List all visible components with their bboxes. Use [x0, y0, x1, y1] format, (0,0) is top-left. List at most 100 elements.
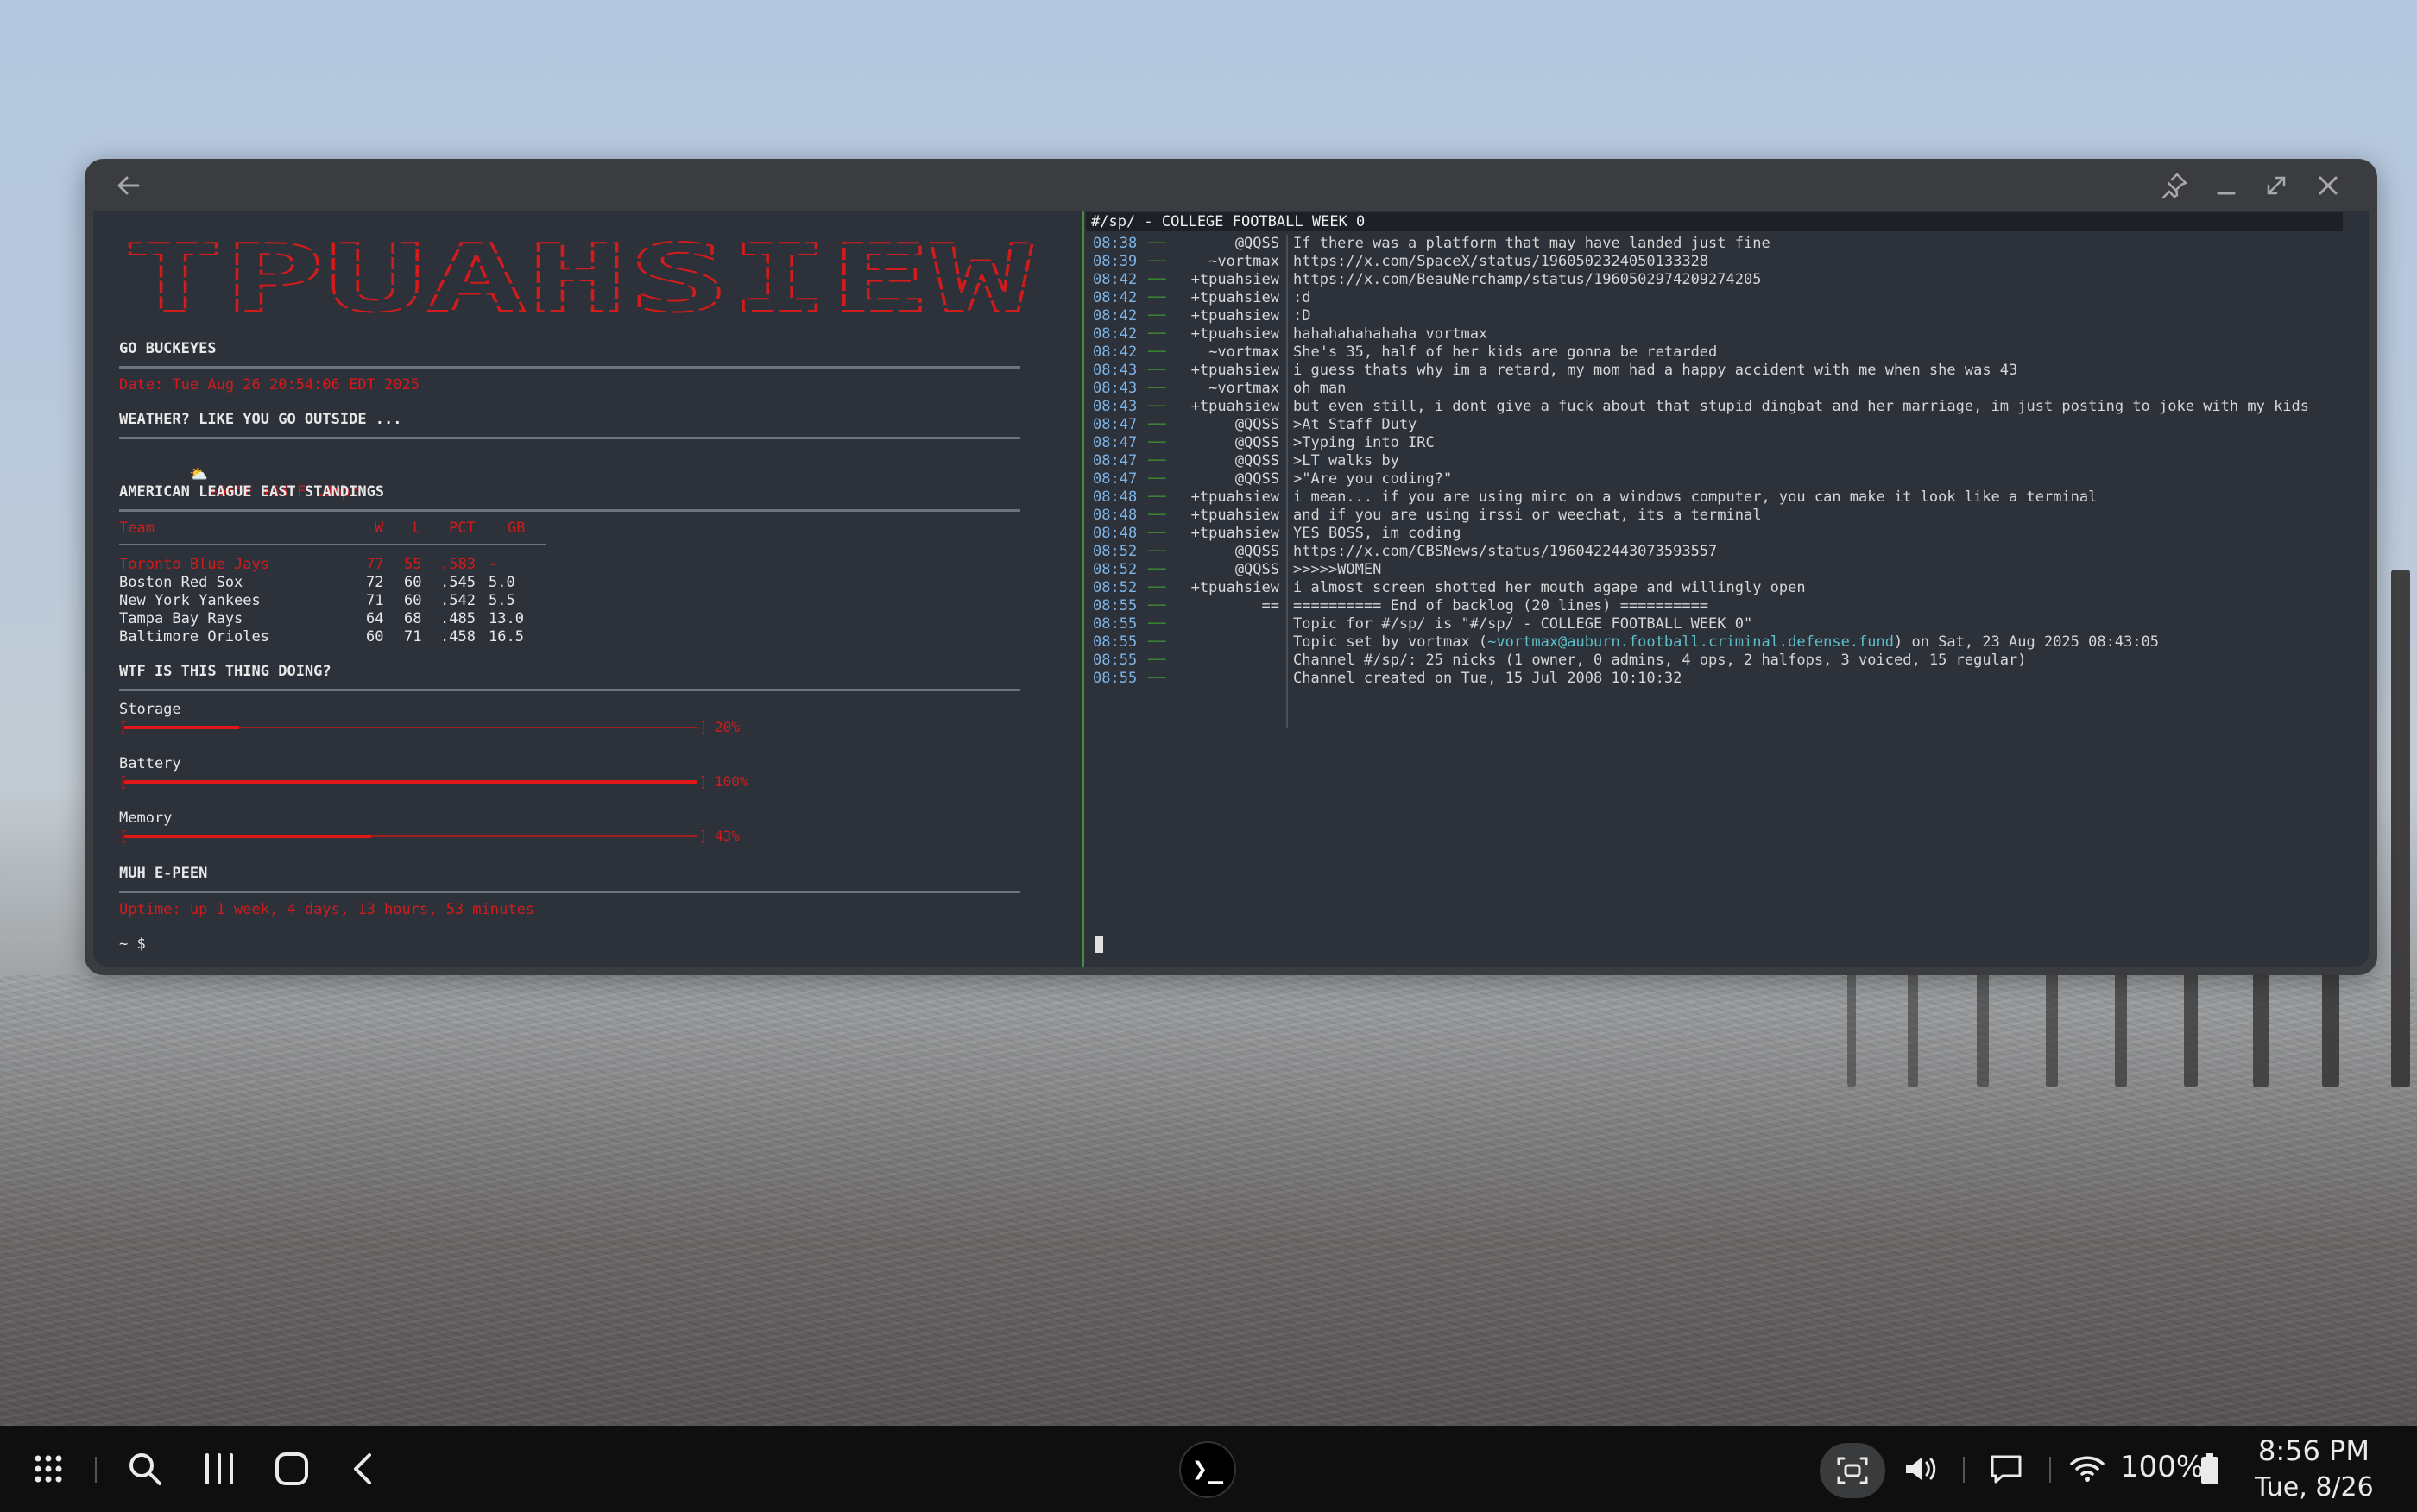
window-titlebar[interactable]	[85, 159, 2377, 211]
col-team: Team	[119, 520, 155, 537]
back-arrow-icon[interactable]	[114, 171, 143, 200]
message-marker: ──	[1148, 507, 1166, 524]
svg-text:TPUAHSIEW: TPUAHSIEW	[123, 225, 1034, 333]
irc-message: 08:47 ── @QQSS >"Are you coding?"	[1086, 470, 2369, 488]
message-nick: ==	[1261, 597, 1279, 614]
message-timestamp: 08:43	[1093, 380, 1138, 397]
message-nick: @QQSS	[1234, 235, 1279, 252]
message-marker: ──	[1148, 633, 1166, 651]
message-text: Topic for #/sp/ is "#/sp/ - COLLEGE FOOT…	[1293, 615, 1753, 633]
message-timestamp: 08:42	[1093, 325, 1138, 343]
col-w: W	[375, 520, 384, 537]
message-marker: ──	[1148, 470, 1166, 488]
search-icon[interactable]	[126, 1450, 164, 1488]
back-icon[interactable]	[345, 1450, 383, 1488]
irc-message: 08:48 ── +tpuahsiew i mean... if you are us…	[1086, 488, 2369, 507]
message-text: >Typing into IRC	[1293, 434, 1435, 451]
uptime-line: Uptime: up 1 week, 4 days, 13 hours, 53 …	[119, 901, 535, 918]
irc-message: 08:43 ── ~vortmax oh man	[1086, 380, 2369, 398]
irc-message: 08:48 ── +tpuahsiew and if you are using ir…	[1086, 507, 2369, 525]
message-nick: ~vortmax	[1208, 343, 1279, 361]
taskbar-separator	[1963, 1457, 1965, 1483]
message-nick: +tpuahsiew	[1190, 362, 1279, 379]
irc-message: 08:55 ── == ========== End of backlog (20 l…	[1086, 597, 2369, 615]
terminal-window: TPUAHSIEW GO BUCKEYES Date: Tue Aug 26 2…	[85, 159, 2377, 975]
message-marker: ──	[1148, 597, 1166, 614]
message-marker: ──	[1148, 307, 1166, 324]
message-nick: +tpuahsiew	[1190, 325, 1279, 343]
message-marker: ──	[1148, 398, 1166, 415]
irc-message: 08:47 ── @QQSS >LT walks by	[1086, 452, 2369, 470]
message-marker: ──	[1148, 289, 1166, 306]
epeen-heading: MUH E-PEEN	[119, 865, 208, 882]
irc-message: 08:38 ── @QQSS If there was a platform that…	[1086, 235, 2369, 253]
message-text: but even still, i dont give a fuck about…	[1293, 398, 2310, 415]
message-timestamp: 08:52	[1093, 579, 1138, 596]
close-icon[interactable]	[2313, 171, 2343, 200]
message-nick: +tpuahsiew	[1190, 579, 1279, 596]
taskbar: ❯_ 100% 8:56 PM Tue, 8/26	[0, 1426, 2417, 1512]
message-marker: ──	[1148, 253, 1166, 270]
pin-icon[interactable]	[2160, 171, 2189, 200]
message-text: >At Staff Duty	[1293, 416, 1417, 433]
irc-message: 08:55 ── Channel #/sp/: 25 nicks (1 owner,…	[1086, 652, 2369, 670]
message-nick: ~vortmax	[1208, 253, 1279, 270]
message-text: >"Are you coding?"	[1293, 470, 1453, 488]
message-marker: ──	[1148, 434, 1166, 451]
ascii-banner: TPUAHSIEW	[122, 224, 1035, 334]
input-cursor[interactable]	[1095, 936, 1103, 953]
screenshot-icon[interactable]	[1820, 1443, 1885, 1498]
message-text: Channel created on Tue, 15 Jul 2008 10:1…	[1293, 670, 1682, 687]
shell-prompt[interactable]: ~ $	[119, 936, 146, 953]
message-text: i almost screen shotted her mouth agape …	[1293, 579, 1806, 596]
battery-icon[interactable]	[2199, 1450, 2220, 1488]
irc-message: 08:42 ── ~vortmax She's 35, half of her kid…	[1086, 343, 2369, 362]
message-timestamp: 08:47	[1093, 452, 1138, 469]
volume-icon[interactable]	[1901, 1450, 1939, 1488]
message-timestamp: 08:43	[1093, 362, 1138, 379]
divider-rule	[119, 509, 1020, 512]
message-marker: ──	[1148, 452, 1166, 469]
message-timestamp: 08:48	[1093, 488, 1138, 506]
irc-message: 08:52 ── @QQSS >>>>>WOMEN	[1086, 561, 2369, 579]
home-icon[interactable]	[273, 1450, 311, 1488]
message-marker: ──	[1148, 525, 1166, 542]
message-marker: ──	[1148, 362, 1166, 379]
message-text: She's 35, half of her kids are gonna be …	[1293, 343, 1718, 361]
divider-rule	[119, 891, 1020, 893]
battery-progress-bar: [] 100%	[119, 773, 748, 790]
message-timestamp: 08:48	[1093, 525, 1138, 542]
message-marker: ──	[1148, 416, 1166, 433]
wifi-icon[interactable]	[2068, 1450, 2106, 1488]
message-nick: +tpuahsiew	[1190, 289, 1279, 306]
app-grid-icon[interactable]	[29, 1450, 67, 1488]
date-line: Date: Tue Aug 26 20:54:06 EDT 2025	[119, 376, 420, 394]
notifications-icon[interactable]	[1987, 1450, 2025, 1488]
message-nick: +tpuahsiew	[1190, 398, 1279, 415]
divider-rule	[119, 366, 1020, 369]
message-timestamp: 08:47	[1093, 416, 1138, 433]
pane-divider[interactable]	[1082, 211, 1084, 967]
message-marker: ──	[1148, 652, 1166, 669]
clock-date[interactable]: Tue, 8/26	[2255, 1472, 2374, 1503]
maximize-icon[interactable]	[2262, 171, 2291, 200]
battery-label: Battery	[119, 755, 181, 772]
irc-message: 08:55 ── Topic for #/sp/ is "#/sp/ - COLLE…	[1086, 615, 2369, 633]
recents-icon[interactable]	[200, 1450, 238, 1488]
irc-message: 08:47 ── @QQSS >Typing into IRC	[1086, 434, 2369, 452]
message-text: oh man	[1293, 380, 1347, 397]
terminal-icon[interactable]: ❯_	[1179, 1441, 1236, 1498]
minimize-icon[interactable]	[2212, 171, 2241, 200]
clock-time[interactable]: 8:56 PM	[2258, 1434, 2370, 1467]
message-marker: ──	[1148, 579, 1166, 596]
terminal-content[interactable]: TPUAHSIEW GO BUCKEYES Date: Tue Aug 26 2…	[93, 211, 2369, 967]
message-marker: ──	[1148, 325, 1166, 343]
irc-message: 08:43 ── +tpuahsiew i guess thats why im a …	[1086, 362, 2369, 380]
host-link[interactable]: ~vortmax@auburn.football.criminal.defens…	[1487, 633, 1894, 651]
message-text: YES BOSS, im coding	[1293, 525, 1461, 542]
wtf-heading: WTF IS THIS THING DOING?	[119, 663, 331, 680]
go-buckeyes-heading: GO BUCKEYES	[119, 340, 217, 357]
message-nick: +tpuahsiew	[1190, 507, 1279, 524]
message-timestamp: 08:42	[1093, 271, 1138, 288]
message-text: hahahahahahaha vortmax	[1293, 325, 1488, 343]
